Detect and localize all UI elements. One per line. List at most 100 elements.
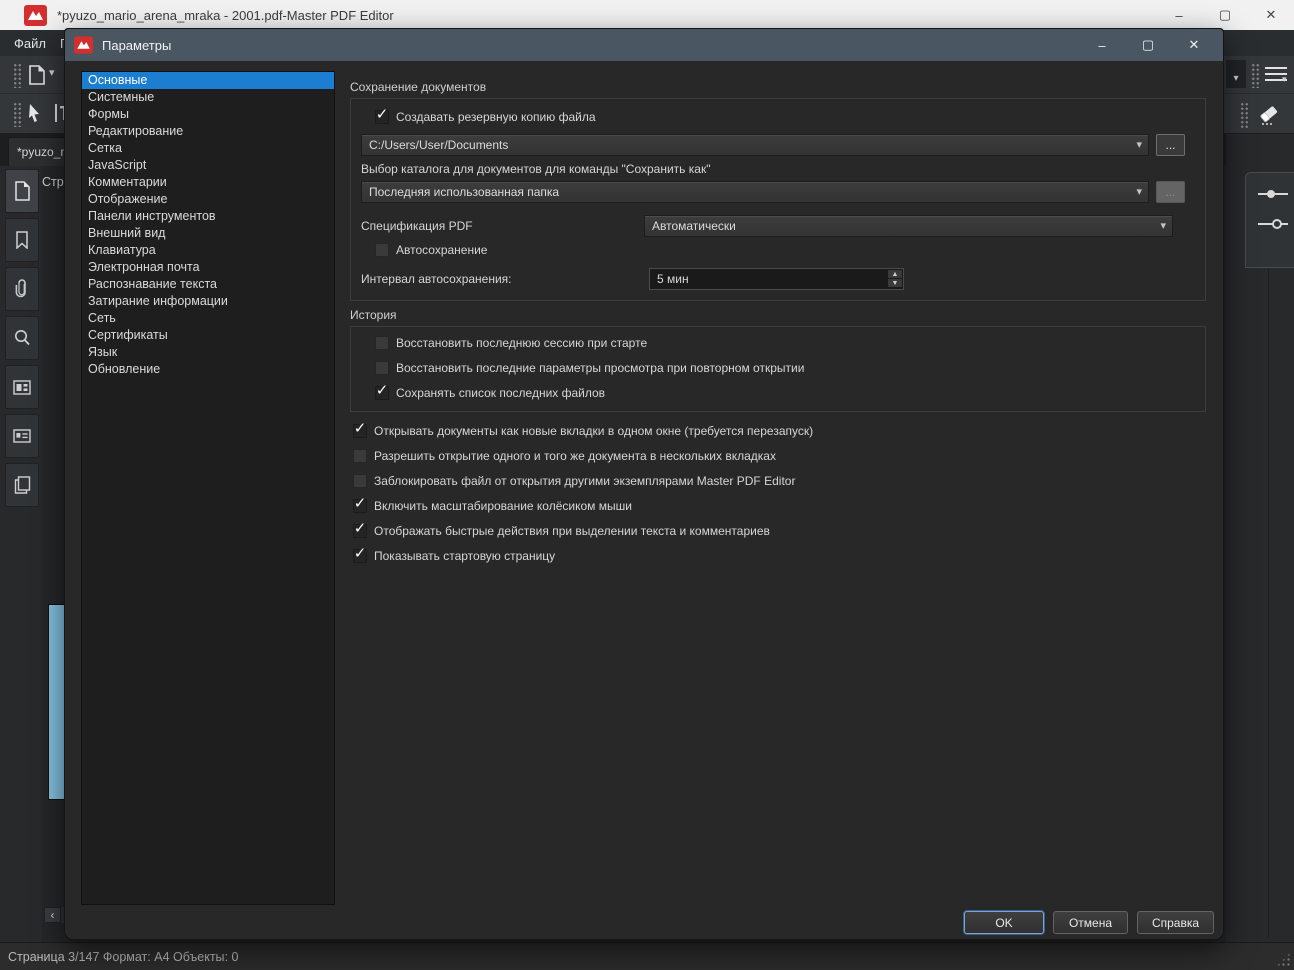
- checkbox-label: Включить масштабирование колёсиком мыши: [374, 499, 632, 513]
- autosave-interval-label: Интервал автосохранения:: [361, 272, 512, 286]
- checkbox-label: Автосохранение: [396, 243, 488, 257]
- tabs-one-window-checkbox[interactable]: ✓: [353, 421, 367, 438]
- category-item[interactable]: Основные: [82, 72, 334, 89]
- spinner-up-icon[interactable]: ▲: [888, 270, 902, 278]
- restore-view-params-checkbox[interactable]: ✓: [375, 361, 389, 375]
- category-item[interactable]: Язык: [82, 344, 334, 361]
- category-item[interactable]: Сетка: [82, 140, 334, 157]
- scroll-left-button[interactable]: ‹: [44, 907, 61, 923]
- category-item[interactable]: Сертификаты: [82, 327, 334, 344]
- dialog-titlebar[interactable]: Параметры – ▢ ✕: [65, 29, 1223, 61]
- help-button[interactable]: Справка: [1137, 911, 1214, 934]
- signatures-panel-button[interactable]: [5, 414, 39, 458]
- dialog-minimize-button[interactable]: –: [1079, 29, 1125, 61]
- category-item[interactable]: Панели инструментов: [82, 208, 334, 225]
- category-item[interactable]: Затирание информации: [82, 293, 334, 310]
- preferences-dialog: Параметры – ▢ ✕ Основные Системные Формы…: [64, 28, 1224, 940]
- status-text: Страница 3/147 Формат: A4 Объекты: 0: [8, 949, 239, 964]
- restore-session-checkbox[interactable]: ✓: [375, 336, 389, 350]
- start-page-checkbox[interactable]: ✓: [353, 546, 367, 563]
- main-window: *pyuzo_mario_arena_mraka - 2001.pdf-Mast…: [0, 0, 1294, 970]
- saveas-folder-browse-button: ...: [1156, 181, 1185, 203]
- menu-item-file[interactable]: Файл: [14, 36, 46, 51]
- category-item[interactable]: Внешний вид: [82, 225, 334, 242]
- window-minimize-button[interactable]: –: [1156, 0, 1202, 30]
- same-doc-multi-tabs-checkbox[interactable]: ✓: [353, 449, 367, 463]
- category-item[interactable]: Клавиатура: [82, 242, 334, 259]
- category-item[interactable]: Электронная почта: [82, 259, 334, 276]
- category-item[interactable]: Комментарии: [82, 174, 334, 191]
- autosave-checkbox[interactable]: ✓: [375, 243, 389, 257]
- category-item[interactable]: Системные: [82, 89, 334, 106]
- lock-file-checkbox[interactable]: ✓: [353, 474, 367, 488]
- ok-button[interactable]: OK: [964, 911, 1044, 934]
- quick-actions-checkbox[interactable]: ✓: [353, 521, 367, 538]
- restore-view-params-checkbox-row[interactable]: ✓ Восстановить последние параметры просм…: [375, 361, 804, 375]
- category-item[interactable]: Обновление: [82, 361, 334, 378]
- spinner-down-icon[interactable]: ▼: [888, 279, 902, 287]
- check-icon: ✓: [353, 495, 367, 512]
- checkbox-label: Создавать резервную копию файла: [396, 110, 596, 124]
- saveas-folder-combobox[interactable]: Последняя использованная папка ▾: [361, 181, 1149, 203]
- pdf-specification-label: Спецификация PDF: [361, 219, 473, 233]
- category-item[interactable]: Редактирование: [82, 123, 334, 140]
- toolbar-grip-handle[interactable]: [1240, 102, 1249, 128]
- layers-panel-button[interactable]: [5, 463, 39, 507]
- search-icon: [15, 330, 30, 346]
- main-titlebar: *pyuzo_mario_arena_mraka - 2001.pdf-Mast…: [0, 0, 1294, 30]
- new-document-dropdown-icon[interactable]: ▾: [49, 66, 55, 79]
- toolbar-grip-handle[interactable]: [13, 102, 22, 127]
- quick-actions-checkbox-row[interactable]: ✓ Отображать быстрые действия при выделе…: [353, 521, 770, 538]
- category-item[interactable]: JavaScript: [82, 157, 334, 174]
- settings-category-list: Основные Системные Формы Редактирование …: [81, 71, 335, 905]
- group-title-save: Сохранение документов: [350, 80, 487, 94]
- combobox-dropdown-icon: ▾: [1160, 220, 1166, 232]
- category-item[interactable]: Отображение: [82, 191, 334, 208]
- backup-copy-checkbox-row[interactable]: ✓ Создавать резервную копию файла: [375, 107, 596, 124]
- category-item[interactable]: Формы: [82, 106, 334, 123]
- lock-file-checkbox-row[interactable]: ✓ Заблокировать файл от открытия другими…: [353, 474, 795, 488]
- wheel-zoom-checkbox-row[interactable]: ✓ Включить масштабирование колёсиком мыш…: [353, 495, 632, 513]
- new-document-icon[interactable]: [28, 65, 46, 85]
- autosave-checkbox-row[interactable]: ✓ Автосохранение: [375, 243, 487, 257]
- app-logo-icon: [74, 36, 93, 54]
- category-item[interactable]: Сеть: [82, 310, 334, 327]
- backup-path-browse-button[interactable]: ...: [1156, 134, 1185, 156]
- backup-copy-checkbox[interactable]: ✓: [375, 107, 389, 124]
- slider-outline-icon[interactable]: [1258, 217, 1288, 231]
- window-maximize-button[interactable]: ▢: [1202, 0, 1248, 30]
- backup-path-value: C:/Users/User/Documents: [369, 138, 509, 152]
- same-doc-multi-tabs-checkbox-row[interactable]: ✓ Разрешить открытие одного и того же до…: [353, 449, 776, 463]
- pages-panel-button[interactable]: [5, 169, 39, 213]
- window-close-button[interactable]: ✕: [1248, 0, 1294, 30]
- form-fields-panel-button[interactable]: [5, 365, 39, 409]
- tabs-one-window-checkbox-row[interactable]: ✓ Открывать документы как новые вкладки …: [353, 421, 813, 438]
- dialog-close-button[interactable]: ✕: [1171, 29, 1217, 61]
- wheel-zoom-checkbox[interactable]: ✓: [353, 495, 367, 513]
- search-panel-button[interactable]: [5, 316, 39, 360]
- dialog-maximize-button[interactable]: ▢: [1125, 29, 1171, 61]
- backup-path-combobox[interactable]: C:/Users/User/Documents ▾: [361, 134, 1149, 156]
- toolbar-grip-handle[interactable]: [1251, 63, 1260, 88]
- autosave-interval-spinner[interactable]: 5 мин ▲ ▼: [649, 268, 904, 290]
- bookmark-icon: [16, 231, 28, 249]
- cancel-button[interactable]: Отмена: [1053, 911, 1128, 934]
- left-panel-iconstrip: [0, 166, 42, 942]
- attachments-panel-button[interactable]: [5, 267, 39, 311]
- select-pointer-icon[interactable]: [27, 103, 42, 123]
- category-item[interactable]: Распознавание текста: [82, 276, 334, 293]
- toolbar-grip-handle[interactable]: [13, 63, 22, 88]
- start-page-checkbox-row[interactable]: ✓ Показывать стартовую страницу: [353, 546, 555, 563]
- bookmarks-panel-button[interactable]: [5, 218, 39, 262]
- resize-grip[interactable]: [1276, 952, 1291, 967]
- recent-files-checkbox-row[interactable]: ✓ Сохранять список последних файлов: [375, 383, 605, 400]
- autosave-interval-value: 5 мин: [657, 272, 689, 286]
- toolbar-overflow-dropdown-icon[interactable]: ▾: [1226, 60, 1246, 88]
- slider-filled-icon[interactable]: [1258, 187, 1288, 201]
- eraser-icon[interactable]: [1256, 101, 1282, 127]
- recent-files-checkbox[interactable]: ✓: [375, 383, 389, 400]
- restore-session-checkbox-row[interactable]: ✓ Восстановить последнюю сессию при стар…: [375, 336, 647, 350]
- saveas-folder-label: Выбор каталога для документов для команд…: [361, 162, 711, 176]
- document-tab[interactable]: *pyuzo_ma: [8, 137, 70, 166]
- pdf-specification-combobox[interactable]: Автоматически ▾: [644, 215, 1173, 237]
